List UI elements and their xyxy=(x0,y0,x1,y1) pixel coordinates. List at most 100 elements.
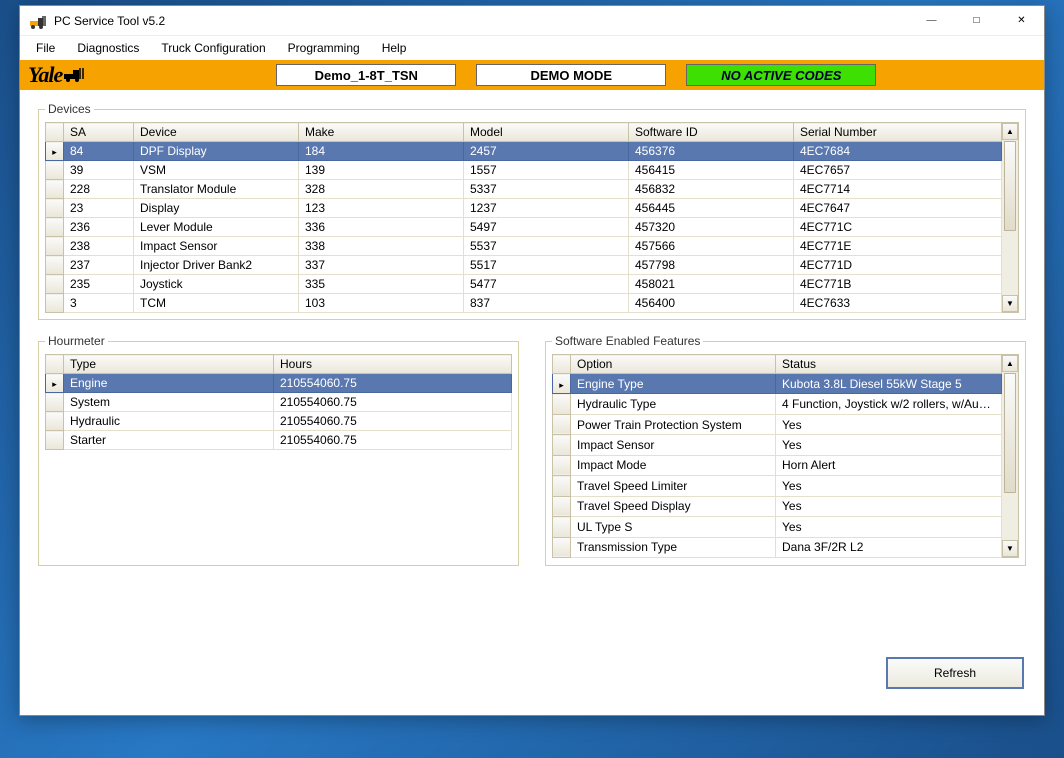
menu-file[interactable]: File xyxy=(26,38,65,58)
cell-make[interactable]: 328 xyxy=(299,180,464,199)
cell-sn[interactable]: 4EC7647 xyxy=(794,199,1002,218)
row-header[interactable] xyxy=(46,393,64,412)
table-row[interactable]: 84DPF Display18424574563764EC7684 xyxy=(46,142,1002,161)
cell-status[interactable]: Horn Alert xyxy=(776,455,1002,475)
table-row[interactable]: Engine210554060.75 xyxy=(46,374,512,393)
close-button[interactable]: ✕ xyxy=(999,6,1044,35)
cell-device[interactable]: Joystick xyxy=(134,275,299,294)
table-row[interactable]: 238Impact Sensor33855374575664EC771E xyxy=(46,237,1002,256)
table-row[interactable]: Starter210554060.75 xyxy=(46,431,512,450)
row-header[interactable] xyxy=(553,517,571,537)
menu-help[interactable]: Help xyxy=(372,38,417,58)
cell-make[interactable]: 184 xyxy=(299,142,464,161)
cell-hours[interactable]: 210554060.75 xyxy=(274,412,512,431)
col-model[interactable]: Model xyxy=(464,123,629,142)
cell-device[interactable]: Impact Sensor xyxy=(134,237,299,256)
devices-grid[interactable]: SA Device Make Model Software ID Serial … xyxy=(45,122,1002,313)
refresh-button[interactable]: Refresh xyxy=(886,657,1024,689)
row-header[interactable] xyxy=(46,161,64,180)
row-header[interactable] xyxy=(46,374,64,393)
cell-model[interactable]: 5517 xyxy=(464,256,629,275)
row-header[interactable] xyxy=(553,435,571,455)
cell-device[interactable]: VSM xyxy=(134,161,299,180)
cell-status[interactable]: Yes xyxy=(776,476,1002,496)
row-header[interactable] xyxy=(553,394,571,414)
cell-status[interactable]: Yes xyxy=(776,517,1002,537)
cell-status[interactable]: 4 Function, Joystick w/2 rollers, w/Aux … xyxy=(776,394,1002,414)
table-row[interactable]: Transmission TypeDana 3F/2R L2 xyxy=(553,537,1002,558)
scroll-up-icon[interactable]: ▲ xyxy=(1002,123,1018,140)
row-header[interactable] xyxy=(46,412,64,431)
cell-sn[interactable]: 4EC771C xyxy=(794,218,1002,237)
cell-swid[interactable]: 456415 xyxy=(629,161,794,180)
cell-option[interactable]: Power Train Protection System xyxy=(571,414,776,434)
table-row[interactable]: 237Injector Driver Bank233755174577984EC… xyxy=(46,256,1002,275)
cell-option[interactable]: Travel Speed Limiter xyxy=(571,476,776,496)
col-sn[interactable]: Serial Number xyxy=(794,123,1002,142)
cell-hours[interactable]: 210554060.75 xyxy=(274,374,512,393)
cell-model[interactable]: 5537 xyxy=(464,237,629,256)
cell-sn[interactable]: 4EC771B xyxy=(794,275,1002,294)
table-row[interactable]: 3TCM1038374564004EC7633 xyxy=(46,294,1002,313)
cell-make[interactable]: 338 xyxy=(299,237,464,256)
cell-swid[interactable]: 457566 xyxy=(629,237,794,256)
cell-sa[interactable]: 228 xyxy=(64,180,134,199)
table-row[interactable]: Power Train Protection SystemYes xyxy=(553,414,1002,434)
cell-sa[interactable]: 237 xyxy=(64,256,134,275)
cell-model[interactable]: 1557 xyxy=(464,161,629,180)
row-header[interactable] xyxy=(46,237,64,256)
cell-hours[interactable]: 210554060.75 xyxy=(274,431,512,450)
cell-option[interactable]: Impact Sensor xyxy=(571,435,776,455)
cell-sa[interactable]: 23 xyxy=(64,199,134,218)
cell-device[interactable]: DPF Display xyxy=(134,142,299,161)
cell-status[interactable]: Yes xyxy=(776,435,1002,455)
cell-sa[interactable]: 238 xyxy=(64,237,134,256)
cell-option[interactable]: Transmission Type xyxy=(571,537,776,558)
table-row[interactable]: Hydraulic210554060.75 xyxy=(46,412,512,431)
cell-model[interactable]: 1237 xyxy=(464,199,629,218)
cell-hours[interactable]: 210554060.75 xyxy=(274,393,512,412)
cell-sn[interactable]: 4EC7657 xyxy=(794,161,1002,180)
table-row[interactable]: Travel Speed LimiterYes xyxy=(553,476,1002,496)
cell-status[interactable]: Kubota 3.8L Diesel 55kW Stage 5 xyxy=(776,374,1002,394)
cell-sn[interactable]: 4EC7633 xyxy=(794,294,1002,313)
cell-device[interactable]: Translator Module xyxy=(134,180,299,199)
col-make[interactable]: Make xyxy=(299,123,464,142)
row-header[interactable] xyxy=(553,537,571,558)
cell-model[interactable]: 2457 xyxy=(464,142,629,161)
table-row[interactable]: 23Display12312374564454EC7647 xyxy=(46,199,1002,218)
cell-device[interactable]: Injector Driver Bank2 xyxy=(134,256,299,275)
cell-sa[interactable]: 236 xyxy=(64,218,134,237)
scroll-down-icon[interactable]: ▼ xyxy=(1002,295,1018,312)
cell-make[interactable]: 103 xyxy=(299,294,464,313)
cell-sn[interactable]: 4EC7684 xyxy=(794,142,1002,161)
maximize-button[interactable]: □ xyxy=(954,6,999,35)
row-header[interactable] xyxy=(553,414,571,434)
table-row[interactable]: Impact ModeHorn Alert xyxy=(553,455,1002,475)
hourmeter-grid[interactable]: Type Hours Engine210554060.75System21055… xyxy=(45,354,512,450)
cell-status[interactable]: Dana 3F/2R L2 xyxy=(776,537,1002,558)
col-option[interactable]: Option xyxy=(571,355,776,374)
row-header[interactable] xyxy=(553,496,571,516)
row-header[interactable] xyxy=(46,199,64,218)
row-header[interactable] xyxy=(553,455,571,475)
row-header[interactable] xyxy=(46,142,64,161)
cell-sa[interactable]: 84 xyxy=(64,142,134,161)
row-header[interactable] xyxy=(553,476,571,496)
row-header[interactable] xyxy=(553,374,571,394)
cell-type[interactable]: System xyxy=(64,393,274,412)
cell-swid[interactable]: 457320 xyxy=(629,218,794,237)
cell-option[interactable]: UL Type S xyxy=(571,517,776,537)
row-header[interactable] xyxy=(46,218,64,237)
scroll-thumb[interactable] xyxy=(1004,373,1016,493)
row-header[interactable] xyxy=(46,431,64,450)
cell-sa[interactable]: 3 xyxy=(64,294,134,313)
features-grid[interactable]: Option Status Engine TypeKubota 3.8L Die… xyxy=(552,354,1002,558)
cell-model[interactable]: 837 xyxy=(464,294,629,313)
cell-swid[interactable]: 458021 xyxy=(629,275,794,294)
table-row[interactable]: 39VSM13915574564154EC7657 xyxy=(46,161,1002,180)
col-device[interactable]: Device xyxy=(134,123,299,142)
cell-sa[interactable]: 235 xyxy=(64,275,134,294)
cell-swid[interactable]: 457798 xyxy=(629,256,794,275)
table-row[interactable]: UL Type SYes xyxy=(553,517,1002,537)
